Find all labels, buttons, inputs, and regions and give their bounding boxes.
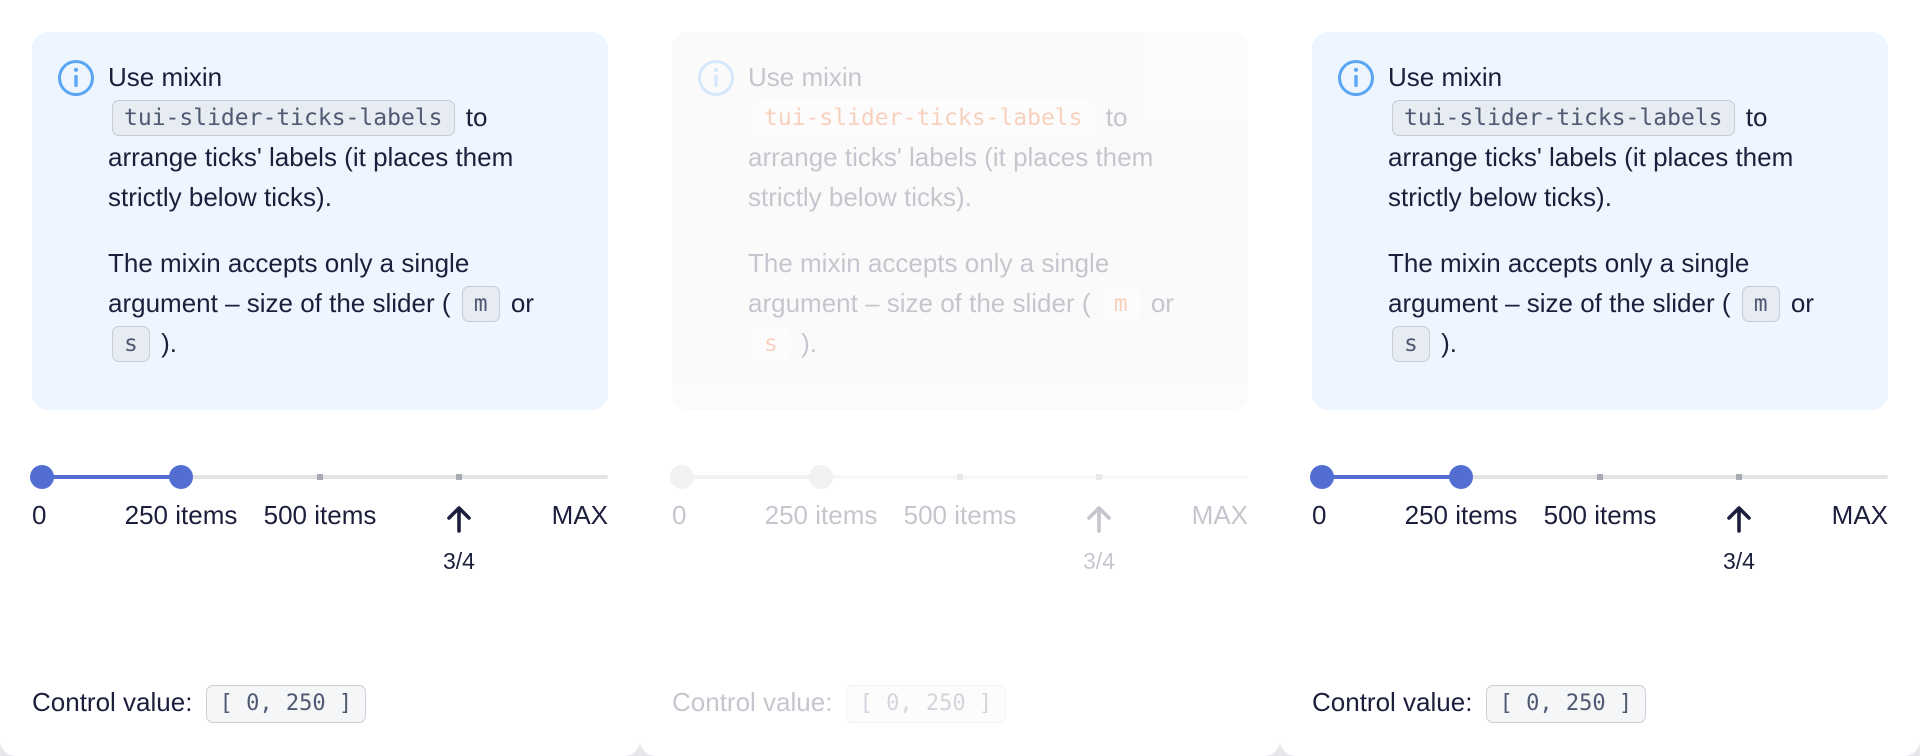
tick-label: 0 (1312, 500, 1327, 530)
demo-panel: Use mixin tui-slider-ticks-labels to arr… (1280, 0, 1920, 756)
control-value-output: [ 0, 250 ] (845, 685, 1007, 723)
arrow-up-icon (1087, 506, 1111, 533)
tick-label: MAX (1191, 500, 1248, 530)
info-circle-icon (698, 60, 734, 96)
tick-label: 250 items (764, 500, 878, 530)
control-value-output: [ 0, 250 ] (205, 685, 367, 723)
control-value: Control value: [ 0, 250 ] (672, 682, 1007, 723)
demo-panel: Use mixin tui-slider-ticks-labels to arr… (0, 0, 640, 756)
callout-paragraph-2: The mixin accepts only a single argument… (1388, 243, 1864, 363)
tick-label: 0 (672, 500, 687, 530)
tick-label: MAX (1831, 500, 1888, 530)
slider-range-fill (682, 475, 821, 479)
slider-thumb-end[interactable] (1449, 465, 1473, 489)
tick-label: 500 items (903, 500, 1017, 530)
slider-tick (456, 474, 462, 480)
mixin-code: tui-slider-ticks-labels (752, 100, 1095, 136)
slider-tick (1736, 474, 1742, 480)
slider-tick (1096, 474, 1102, 480)
callout-text: The mixin accepts only a single argument… (748, 248, 1110, 318)
control-value-output: [ 0, 250 ] (1485, 685, 1647, 723)
range-slider[interactable]: 0 250 items 500 items MAX 3/4 (1310, 460, 1888, 590)
control-value: Control value: [ 0, 250 ] (1312, 682, 1647, 723)
arrow-up-icon (447, 506, 471, 533)
size-m-code: m (461, 286, 500, 322)
callout-text: or (1790, 288, 1814, 318)
slider-thumb-end[interactable] (169, 465, 193, 489)
callout-text: or (510, 288, 534, 318)
range-slider: 0 250 items 500 items MAX 3/4 (670, 460, 1248, 590)
info-callout: Use mixin tui-slider-ticks-labels to arr… (32, 32, 608, 410)
range-slider[interactable]: 0 250 items 500 items MAX 3/4 (30, 460, 608, 590)
slider-range-fill (42, 475, 181, 479)
callout-paragraph-2: The mixin accepts only a single argument… (748, 243, 1224, 363)
mixin-code: tui-slider-ticks-labels (112, 100, 455, 136)
callout-paragraph-1: Use mixin tui-slider-ticks-labels to arr… (108, 57, 584, 217)
slider-thumb-start[interactable] (30, 465, 54, 489)
callout-paragraph-1: Use mixin tui-slider-ticks-labels to arr… (748, 57, 1224, 217)
callout-text: ). (161, 328, 177, 358)
size-s-code: s (752, 326, 790, 362)
tick-label: 500 items (263, 500, 377, 530)
size-s-code: s (112, 326, 150, 362)
tick-label: 0 (32, 500, 47, 530)
slider-thumb-end (809, 465, 833, 489)
info-callout: Use mixin tui-slider-ticks-labels to arr… (1312, 32, 1888, 410)
slider-thumb-start[interactable] (1310, 465, 1334, 489)
slider-thumb-start (670, 465, 694, 489)
control-value: Control value: [ 0, 250 ] (32, 682, 367, 723)
control-value-label: Control value: (672, 687, 833, 717)
marker-label: 3/4 (443, 548, 475, 574)
info-callout: Use mixin tui-slider-ticks-labels to arr… (672, 32, 1248, 410)
size-m-code: m (1741, 286, 1780, 322)
info-circle-icon (58, 60, 94, 96)
callout-text: Use mixin (748, 62, 863, 92)
size-s-code: s (1392, 326, 1430, 362)
callout-paragraph-1: Use mixin tui-slider-ticks-labels to arr… (1388, 57, 1864, 217)
size-m-code: m (1101, 286, 1140, 322)
tick-label: 250 items (1404, 500, 1518, 530)
control-value-label: Control value: (1312, 687, 1473, 717)
callout-text: Use mixin (1388, 62, 1503, 92)
mixin-code: tui-slider-ticks-labels (1392, 100, 1735, 136)
slider-demo-row: Use mixin tui-slider-ticks-labels to arr… (0, 0, 1920, 756)
info-circle-icon (1338, 60, 1374, 96)
control-value-label: Control value: (32, 687, 193, 717)
slider-tick (1597, 474, 1603, 480)
callout-text: ). (1441, 328, 1457, 358)
slider-tick (957, 474, 963, 480)
demo-panel-disabled: Use mixin tui-slider-ticks-labels to arr… (640, 0, 1280, 756)
tick-label: 500 items (1543, 500, 1657, 530)
tick-label: 250 items (124, 500, 238, 530)
callout-text: or (1150, 288, 1174, 318)
callout-text: Use mixin (108, 62, 223, 92)
callout-text: ). (801, 328, 817, 358)
callout-text: The mixin accepts only a single argument… (108, 248, 470, 318)
slider-range-fill (1322, 475, 1461, 479)
marker-label: 3/4 (1083, 548, 1115, 574)
slider-tick (317, 474, 323, 480)
callout-text: The mixin accepts only a single argument… (1388, 248, 1750, 318)
callout-paragraph-2: The mixin accepts only a single argument… (108, 243, 584, 363)
tick-label: MAX (551, 500, 608, 530)
marker-label: 3/4 (1723, 548, 1755, 574)
arrow-up-icon (1727, 506, 1751, 533)
